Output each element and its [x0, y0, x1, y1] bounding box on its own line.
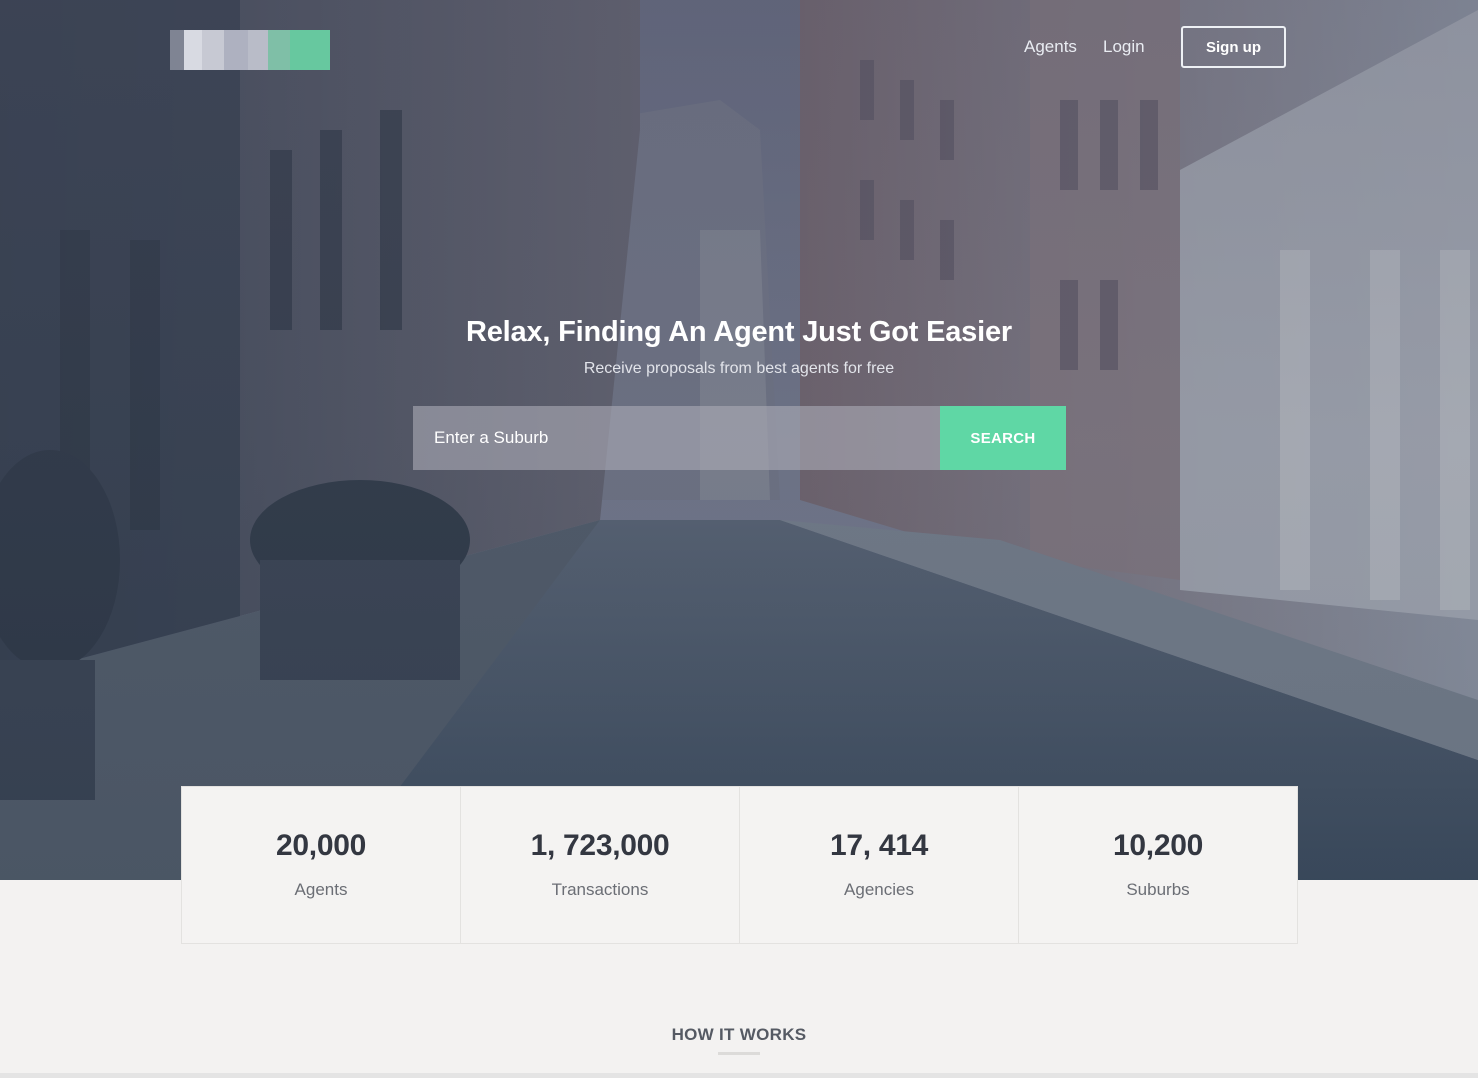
stat-label: Agencies — [844, 880, 914, 899]
stat-agents: 20,000 Agents — [182, 787, 461, 943]
stat-value: 17, 414 — [830, 829, 928, 862]
stat-value: 20,000 — [276, 829, 366, 862]
stat-transactions: 1, 723,000 Transactions — [461, 787, 740, 943]
stat-label: Agents — [294, 880, 348, 899]
hero-subheadline: Receive proposals from best agents for f… — [583, 360, 895, 377]
stat-suburbs: 10,200 Suburbs — [1019, 787, 1297, 943]
signup-button[interactable]: Sign up — [1181, 26, 1286, 68]
page-bottom-edge — [0, 1073, 1478, 1078]
stats-panel: 20,000 Agents 1, 723,000 Transactions 17… — [181, 786, 1298, 944]
nav-agents-link[interactable]: Agents — [1024, 37, 1077, 57]
stat-value: 10,200 — [1113, 829, 1203, 862]
hero-headline: Relax, Finding An Agent Just Got Easier — [466, 316, 1012, 348]
nav-login-link[interactable]: Login — [1103, 37, 1145, 57]
stat-agencies: 17, 414 Agencies — [740, 787, 1019, 943]
search-button[interactable]: SEARCH — [940, 406, 1066, 470]
suburb-search-input[interactable] — [413, 406, 940, 470]
logo[interactable] — [170, 30, 330, 70]
how-it-works-heading: HOW IT WORKS — [671, 1025, 807, 1044]
stat-value: 1, 723,000 — [530, 829, 670, 862]
heading-underline — [718, 1052, 760, 1055]
stat-label: Suburbs — [1126, 880, 1190, 899]
stat-label: Transactions — [551, 880, 649, 899]
